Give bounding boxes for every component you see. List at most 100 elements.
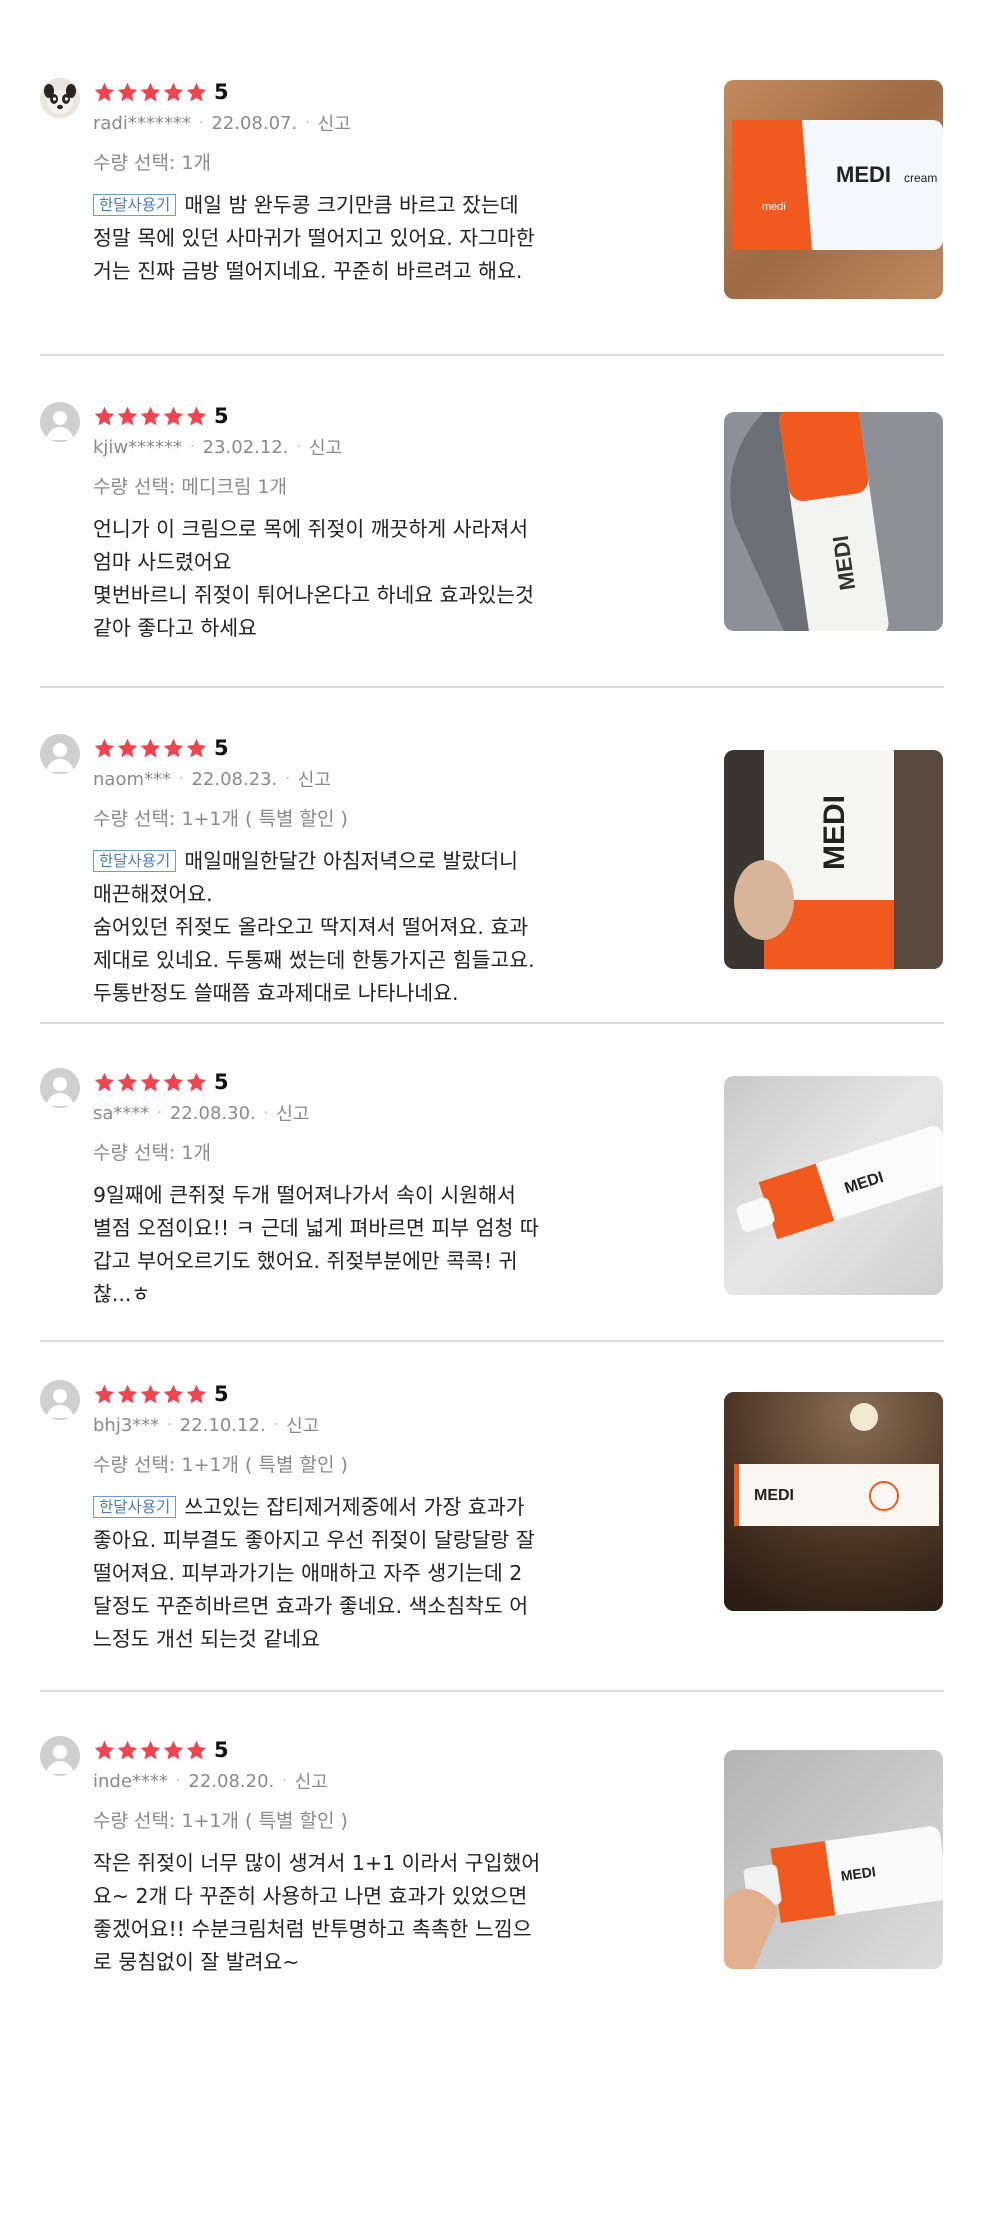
review-meta: sa**** · 22.08.30. · 신고 — [93, 1100, 613, 1126]
star-rating — [93, 1071, 208, 1094]
star-icon — [139, 1383, 162, 1406]
review-date: 22.08.20. — [188, 1770, 275, 1792]
review-text-block: 9일째에 큰쥐젖 두개 떨어져나가서 속이 시원해서 별점 오점이요!! ㅋ 근… — [93, 1179, 613, 1311]
report-link[interactable]: 신고 — [286, 1412, 319, 1438]
rating-score: 5 — [214, 404, 229, 428]
separator-dot: · — [263, 1105, 269, 1121]
separator-dot: · — [157, 1105, 162, 1121]
report-link[interactable]: 신고 — [309, 434, 342, 460]
star-icon — [93, 81, 116, 104]
separator-dot: · — [282, 1773, 287, 1789]
review-photo[interactable]: MEDI — [724, 1750, 943, 1969]
review-text: 쓰고있는 잡티제거제중에서 가장 효과가 좋아요. 피부결도 좋아지고 우선 쥐… — [93, 1495, 535, 1651]
review-text: 9일째에 큰쥐젖 두개 떨어져나가서 속이 시원해서 별점 오점이요!! ㅋ 근… — [93, 1183, 539, 1306]
rating: 5 — [93, 1736, 613, 1764]
review-photo[interactable]: MEDI — [724, 412, 943, 631]
report-link[interactable]: 신고 — [318, 110, 351, 136]
review-date: 22.08.23. — [191, 768, 278, 790]
review-divider — [40, 1690, 944, 1692]
star-icon — [139, 81, 162, 104]
rating-score: 5 — [214, 736, 229, 760]
report-link[interactable]: 신고 — [295, 1768, 328, 1794]
purchase-option: 수량 선택: 1+1개 ( 특별 할인 ) — [93, 1810, 348, 1832]
svg-text:MEDI: MEDI — [754, 1487, 794, 1504]
user-avatar-icon[interactable] — [40, 1068, 80, 1108]
star-icon — [185, 1383, 208, 1406]
star-icon — [139, 405, 162, 428]
review-photo[interactable]: MEDI cream medi — [724, 80, 943, 299]
report-link[interactable]: 신고 — [298, 766, 331, 792]
reviewer-id: sa**** — [93, 1102, 150, 1124]
month-review-tag: 한달사용기 — [93, 1496, 177, 1518]
user-avatar-icon[interactable] — [40, 1736, 80, 1776]
review-divider — [40, 686, 944, 688]
separator-dot: · — [175, 1773, 181, 1789]
star-icon — [185, 1739, 208, 1762]
review-meta: kjiw****** · 23.02.12. · 신고 — [93, 434, 613, 460]
svg-text:MEDI: MEDI — [836, 162, 891, 187]
star-icon — [93, 737, 116, 760]
reviewer-id: kjiw****** — [93, 436, 183, 458]
rating-score: 5 — [214, 1738, 229, 1762]
star-icon — [93, 1383, 116, 1406]
separator-dot: · — [190, 439, 195, 455]
review-photo[interactable]: MEDI — [724, 1392, 943, 1611]
review-meta: naom*** · 22.08.23. · 신고 — [93, 766, 613, 792]
star-icon — [93, 1071, 116, 1094]
separator-dot: · — [285, 771, 290, 787]
month-review-tag: 한달사용기 — [93, 194, 177, 216]
reviewer-id: bhj3*** — [93, 1414, 160, 1436]
review-divider — [40, 1022, 944, 1024]
user-avatar-icon[interactable] — [40, 734, 80, 774]
svg-text:MEDI: MEDI — [818, 795, 851, 870]
star-icon — [139, 737, 162, 760]
star-icon — [185, 737, 208, 760]
star-icon — [93, 405, 116, 428]
separator-dot: · — [273, 1417, 279, 1433]
star-icon — [93, 1739, 116, 1762]
purchase-option: 수량 선택: 메디크림 1개 — [93, 476, 287, 498]
svg-text:medi: medi — [762, 201, 786, 213]
star-icon — [162, 1739, 185, 1762]
star-icon — [116, 1739, 139, 1762]
dog-avatar-icon[interactable] — [40, 78, 80, 118]
review-date: 23.02.12. — [202, 436, 289, 458]
rating: 5 — [93, 402, 613, 430]
star-icon — [116, 1383, 139, 1406]
review-meta: inde**** · 22.08.20. · 신고 — [93, 1768, 613, 1794]
rating: 5 — [93, 78, 613, 106]
rating-score: 5 — [214, 1382, 229, 1406]
review-text: 매일매일한달간 아침저녁으로 발랐더니 매끈해졌어요. 숨어있던 쥐젖도 올라오… — [93, 849, 535, 1005]
star-icon — [139, 1071, 162, 1094]
review-text: 작은 쥐젖이 너무 많이 생겨서 1+1 이라서 구입했어 요~ 2개 다 꾸준… — [93, 1851, 541, 1974]
rating: 5 — [93, 734, 613, 762]
user-avatar-icon[interactable] — [40, 1380, 80, 1420]
star-icon — [185, 81, 208, 104]
user-avatar-icon[interactable] — [40, 402, 80, 442]
separator-dot: · — [296, 439, 301, 455]
review-text-block: 한달사용기 쓰고있는 잡티제거제중에서 가장 효과가 좋아요. 피부결도 좋아지고… — [93, 1491, 613, 1656]
reviewer-id: radi******* — [93, 112, 191, 134]
report-link[interactable]: 신고 — [276, 1100, 309, 1126]
separator-dot: · — [305, 115, 310, 131]
purchase-option: 수량 선택: 1+1개 ( 특별 할인 ) — [93, 808, 348, 830]
review-text-block: 한달사용기 매일매일한달간 아침저녁으로 발랐더니 매끈해졌어요. 숨어있던 쥐젖… — [93, 845, 613, 1010]
separator-dot: · — [198, 115, 204, 131]
star-icon — [185, 405, 208, 428]
star-rating — [93, 1383, 208, 1406]
star-icon — [162, 81, 185, 104]
review-divider — [40, 354, 944, 356]
star-icon — [116, 1071, 139, 1094]
review-date: 22.08.07. — [211, 112, 298, 134]
rating-score: 5 — [214, 80, 229, 104]
purchase-option: 수량 선택: 1개 — [93, 1142, 211, 1164]
svg-text:cream: cream — [904, 171, 937, 185]
star-icon — [139, 1739, 162, 1762]
purchase-option: 수량 선택: 1+1개 ( 특별 할인 ) — [93, 1454, 348, 1476]
review-photo[interactable]: MEDI — [724, 750, 943, 969]
review-text-block: 한달사용기 매일 밤 완두콩 크기만큼 바르고 잤는데 정말 목에 있던 사마귀가… — [93, 189, 613, 288]
star-icon — [185, 1071, 208, 1094]
review-text-block: 언니가 이 크림으로 목에 쥐젖이 깨끗하게 사라져서 엄마 사드렸어요 몇번바… — [93, 513, 613, 645]
review-photo[interactable]: MEDI — [724, 1076, 943, 1295]
star-icon — [116, 405, 139, 428]
